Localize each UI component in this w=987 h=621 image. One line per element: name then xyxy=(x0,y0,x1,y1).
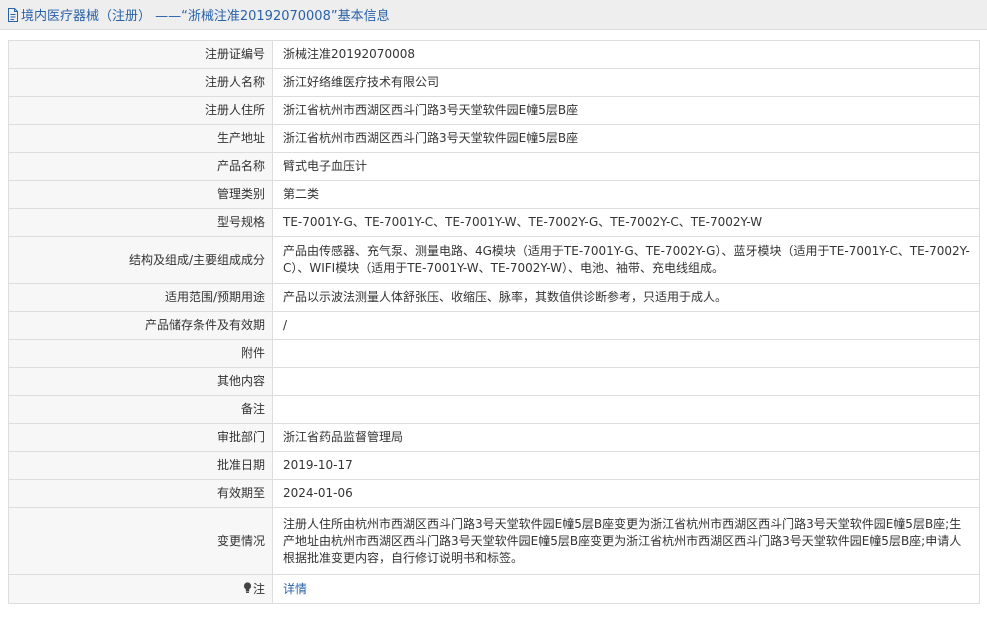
row-value: 2024-01-06 xyxy=(272,479,980,508)
lightbulb-icon xyxy=(243,581,252,594)
row-label: 注册证编号 xyxy=(8,40,273,69)
row-value: 浙械注准20192070008 xyxy=(272,40,980,69)
note-value-cell: 详情 xyxy=(272,574,980,604)
table-row: 附件 xyxy=(8,339,980,368)
details-link[interactable]: 详情 xyxy=(283,582,307,596)
table-row: 适用范围/预期用途 产品以示波法测量人体舒张压、收缩压、脉率，其数值供诊断参考，… xyxy=(8,283,980,312)
row-value: / xyxy=(272,311,980,340)
row-value xyxy=(272,395,980,424)
row-label: 注册人住所 xyxy=(8,96,273,125)
row-value: 2019-10-17 xyxy=(272,451,980,480)
note-label-cell: 注 xyxy=(8,574,273,604)
table-row: 产品名称 臂式电子血压计 xyxy=(8,152,980,181)
page-title: 境内医疗器械（注册） ——“浙械注准20192070008”基本信息 xyxy=(21,9,390,24)
row-value: 臂式电子血压计 xyxy=(272,152,980,181)
table-row: 其他内容 xyxy=(8,367,980,396)
table-row: 结构及组成/主要组成成分 产品由传感器、充气泵、测量电路、4G模块（适用于TE-… xyxy=(8,236,980,284)
row-label: 有效期至 xyxy=(8,479,273,508)
row-value xyxy=(272,367,980,396)
row-value: TE-7001Y-G、TE-7001Y-C、TE-7001Y-W、TE-7002… xyxy=(272,208,980,237)
row-label: 注册人名称 xyxy=(8,68,273,97)
table-row: 注册人名称 浙江好络维医疗技术有限公司 xyxy=(8,68,980,97)
table-row: 有效期至 2024-01-06 xyxy=(8,479,980,508)
row-label: 管理类别 xyxy=(8,180,273,209)
row-value xyxy=(272,339,980,368)
row-value: 产品以示波法测量人体舒张压、收缩压、脉率，其数值供诊断参考，只适用于成人。 xyxy=(272,283,980,312)
row-label: 生产地址 xyxy=(8,124,273,153)
row-label: 型号规格 xyxy=(8,208,273,237)
table-row: 审批部门 浙江省药品监督管理局 xyxy=(8,423,980,452)
row-value: 浙江好络维医疗技术有限公司 xyxy=(272,68,980,97)
info-table: 注册证编号 浙械注准20192070008 注册人名称 浙江好络维医疗技术有限公… xyxy=(8,40,980,604)
note-label: 注 xyxy=(252,581,265,596)
page-header: 境内医疗器械（注册） ——“浙械注准20192070008”基本信息 xyxy=(0,0,987,30)
row-label: 其他内容 xyxy=(8,367,273,396)
table-row: 变更情况 注册人住所由杭州市西湖区西斗门路3号天堂软件园E幢5层B座变更为浙江省… xyxy=(8,507,980,575)
table-row: 产品储存条件及有效期 / xyxy=(8,311,980,340)
row-value: 产品由传感器、充气泵、测量电路、4G模块（适用于TE-7001Y-G、TE-70… xyxy=(272,236,980,284)
table-row: 注册人住所 浙江省杭州市西湖区西斗门路3号天堂软件园E幢5层B座 xyxy=(8,96,980,125)
table-row: 型号规格 TE-7001Y-G、TE-7001Y-C、TE-7001Y-W、TE… xyxy=(8,208,980,237)
table-row: 注册证编号 浙械注准20192070008 xyxy=(8,40,980,69)
row-value: 第二类 xyxy=(272,180,980,209)
row-label: 批准日期 xyxy=(8,451,273,480)
note-row: 注 详情 xyxy=(8,574,980,604)
document-icon xyxy=(7,7,19,22)
row-label: 产品名称 xyxy=(8,152,273,181)
row-label: 结构及组成/主要组成成分 xyxy=(8,236,273,284)
table-row: 管理类别 第二类 xyxy=(8,180,980,209)
row-label: 附件 xyxy=(8,339,273,368)
row-label: 适用范围/预期用途 xyxy=(8,283,273,312)
row-value: 浙江省杭州市西湖区西斗门路3号天堂软件园E幢5层B座 xyxy=(272,124,980,153)
row-label: 产品储存条件及有效期 xyxy=(8,311,273,340)
table-row: 批准日期 2019-10-17 xyxy=(8,451,980,480)
table-row: 备注 xyxy=(8,395,980,424)
row-value: 注册人住所由杭州市西湖区西斗门路3号天堂软件园E幢5层B座变更为浙江省杭州市西湖… xyxy=(272,507,980,575)
row-label: 变更情况 xyxy=(8,507,273,575)
table-row: 生产地址 浙江省杭州市西湖区西斗门路3号天堂软件园E幢5层B座 xyxy=(8,124,980,153)
row-value: 浙江省药品监督管理局 xyxy=(272,423,980,452)
row-label: 审批部门 xyxy=(8,423,273,452)
row-label: 备注 xyxy=(8,395,273,424)
row-value: 浙江省杭州市西湖区西斗门路3号天堂软件园E幢5层B座 xyxy=(272,96,980,125)
